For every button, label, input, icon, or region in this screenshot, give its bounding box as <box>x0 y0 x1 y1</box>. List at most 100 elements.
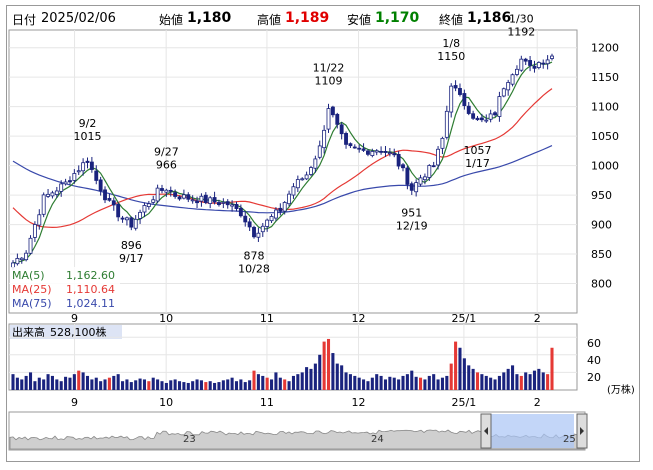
candle-body-90 <box>405 167 410 185</box>
candle-body-120 <box>536 62 541 68</box>
candle-body-13 <box>68 180 72 183</box>
navigator-year-25: 25 <box>563 434 576 445</box>
price-x-tick-4: 25/1 <box>452 312 477 325</box>
candle-body-0 <box>11 262 15 268</box>
volume-bar-21 <box>103 379 107 390</box>
volume-bar-41 <box>191 381 195 390</box>
candle-body-79 <box>357 147 362 150</box>
candle-body-52 <box>238 207 243 217</box>
candle-body-112 <box>501 88 506 97</box>
candle-body-49 <box>225 201 230 206</box>
candle-body-83 <box>374 150 379 153</box>
candle-body-10 <box>54 190 59 195</box>
volume-bar-47 <box>217 382 221 390</box>
annotation-date-1: 9/17 <box>119 252 144 265</box>
navigator-selection[interactable] <box>486 414 574 448</box>
volume-bar-11 <box>59 381 63 390</box>
candle-body-102 <box>458 88 462 95</box>
price-x-tick-0: 9 <box>71 312 78 325</box>
candle-body-123 <box>550 55 554 59</box>
volume-x-tick-2: 11 <box>260 396 274 409</box>
volume-bar-60 <box>274 372 278 390</box>
candle-body-27 <box>129 217 134 228</box>
volume-bar-67 <box>305 367 309 390</box>
volume-bar-46 <box>213 382 217 390</box>
volume-bar-80 <box>362 379 366 390</box>
volume-bar-108 <box>484 375 488 390</box>
candle-body-26 <box>125 217 129 221</box>
volume-bar-116 <box>519 375 523 390</box>
candle-body-22 <box>107 198 112 201</box>
volume-bar-119 <box>532 370 537 390</box>
volume-bar-112 <box>502 372 506 390</box>
annotation-date-8: 1/30 <box>509 12 534 25</box>
price-y-axis: 800 850 900 950 1000 1050 1100 1150 1200 <box>591 42 619 291</box>
candle-body-48 <box>221 201 226 204</box>
candle-body-17 <box>85 160 90 163</box>
candle-body-69 <box>313 158 318 169</box>
candle-body-25 <box>120 217 125 220</box>
price-y-tick-1100: 1100 <box>591 101 619 114</box>
candle-body-14 <box>72 173 77 181</box>
candle-body-23 <box>111 200 116 206</box>
volume-bar-26 <box>125 379 129 390</box>
candle-body-62 <box>282 202 287 212</box>
volume-bar-54 <box>248 380 252 390</box>
price-y-tick-850: 850 <box>591 248 612 261</box>
price-y-tick-1200: 1200 <box>591 42 619 55</box>
candle-body-30 <box>142 205 147 213</box>
candle-body-46 <box>212 197 217 203</box>
volume-bar-17 <box>85 375 90 390</box>
candle-body-55 <box>252 226 256 238</box>
volume-bar-120 <box>537 368 541 390</box>
volume-bar-36 <box>169 380 173 390</box>
candle-body-38 <box>177 196 182 200</box>
candle-body-108 <box>484 119 489 122</box>
candle-body-16 <box>81 162 86 172</box>
volume-bar-39 <box>182 382 186 390</box>
volume-bar-35 <box>164 382 168 390</box>
candle-body-73 <box>330 106 335 116</box>
candle-body-36 <box>168 189 173 192</box>
volume-bar-70 <box>318 354 322 390</box>
candle-body-111 <box>497 96 502 117</box>
candle-body-21 <box>103 189 107 201</box>
volume-x-tick-4: 25/1 <box>452 396 477 409</box>
annotation-date-0: 9/2 <box>79 117 97 130</box>
candle-body-84 <box>379 150 384 153</box>
volume-bar-23 <box>112 375 116 390</box>
price-y-tick-1150: 1150 <box>591 71 619 84</box>
volume-bar-7 <box>42 379 46 390</box>
price-y-tick-950: 950 <box>591 189 612 202</box>
candle-body-45 <box>208 197 213 204</box>
volume-bar-87 <box>392 377 396 390</box>
annotation-value-3: 878 <box>244 250 265 263</box>
volume-bar-90 <box>405 374 409 390</box>
candle-body-88 <box>396 153 401 167</box>
volume-bar-38 <box>177 381 182 390</box>
candle-body-76 <box>344 132 348 145</box>
candle-body-95 <box>427 165 432 178</box>
candle-body-8 <box>46 193 50 197</box>
price-x-tick-1: 10 <box>159 312 173 325</box>
volume-bar-20 <box>99 381 103 390</box>
volume-bar-8 <box>46 374 50 390</box>
candle-body-67 <box>304 174 309 180</box>
candle-body-97 <box>436 148 440 166</box>
volume-bar-43 <box>199 380 203 390</box>
volume-bar-109 <box>489 377 493 390</box>
volume-bar-3 <box>24 375 28 390</box>
volume-bar-69 <box>313 363 317 390</box>
volume-x-tick-0: 9 <box>71 396 78 409</box>
candle-body-66 <box>300 178 305 181</box>
volume-bar-1 <box>15 377 19 390</box>
volume-bar-14 <box>72 374 76 390</box>
volume-bar-15 <box>77 370 81 390</box>
volume-bar-99 <box>445 375 449 390</box>
volume-bar-28 <box>134 380 138 390</box>
annotation-value-0: 1015 <box>73 130 101 143</box>
volume-bar-5 <box>33 381 37 390</box>
candle-body-99 <box>444 110 449 138</box>
volume-bar-114 <box>511 365 515 390</box>
ma5-legend-value: 1,162.60 <box>66 269 115 282</box>
